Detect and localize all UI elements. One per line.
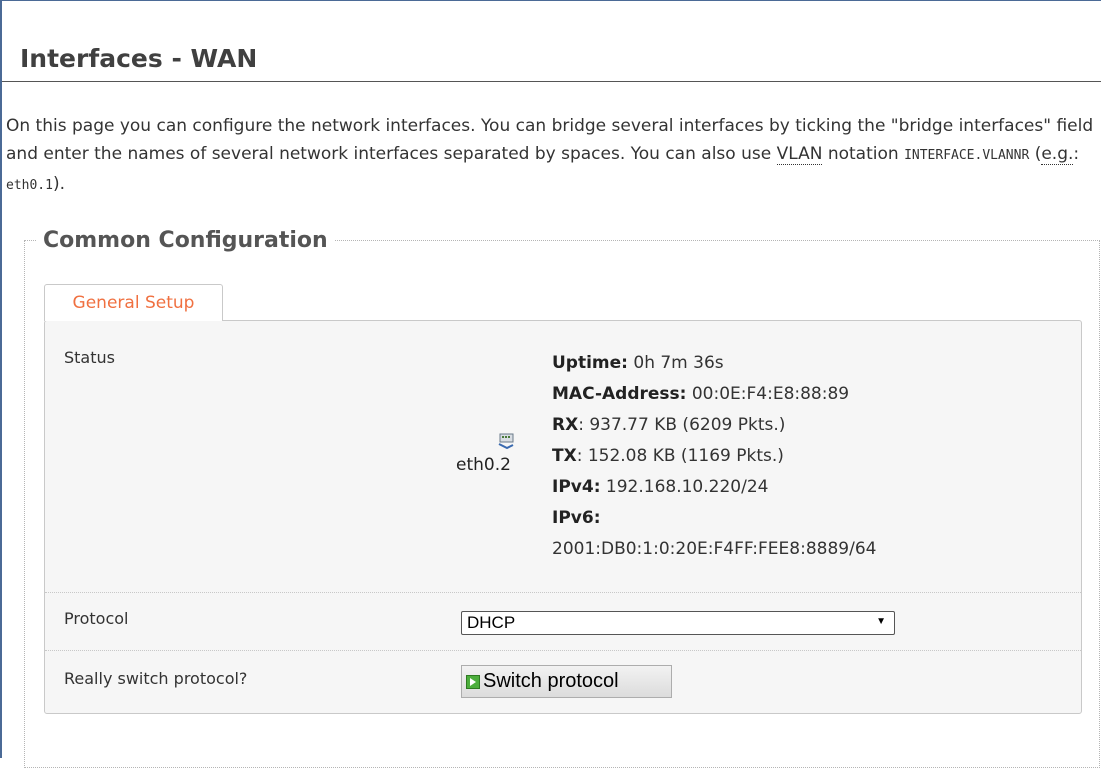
switch-protocol-label: Really switch protocol?: [64, 669, 248, 688]
vlan-abbreviation: VLAN: [776, 144, 823, 165]
rx-value: : 937.77 KB (6209 Pkts.): [578, 415, 786, 435]
page-title: Interfaces - WAN: [20, 44, 258, 73]
tx-label: TX: [552, 446, 577, 466]
description-text: notation: [822, 144, 905, 164]
eg-abbreviation: e.g.: [1041, 144, 1074, 165]
notation-code: INTERFACE.VLANNR: [904, 148, 1030, 163]
ipv4-row: IPv4: 192.168.10.220/24: [552, 472, 1052, 503]
protocol-select[interactable]: DHCP ▼: [461, 611, 895, 635]
page-description: On this page you can configure the netwo…: [6, 112, 1098, 200]
protocol-selected-value: DHCP: [467, 613, 516, 632]
description-text: :: [1073, 144, 1080, 164]
ethernet-port-icon: [498, 433, 514, 450]
description-text: ).: [52, 174, 66, 194]
ipv4-label: IPv4:: [552, 477, 601, 497]
row-divider: [45, 650, 1081, 651]
mac-label: MAC-Address:: [552, 384, 687, 404]
ipv6-value: 2001:DB0:1:0:20E:F4FF:FEE8:8889/64: [552, 539, 877, 559]
tx-value: : 152.08 KB (1169 Pkts.): [576, 446, 784, 466]
ipv4-value: 192.168.10.220/24: [600, 477, 769, 497]
ipv6-row: IPv6:: [552, 503, 1052, 534]
interface-name: eth0.2: [456, 455, 511, 475]
apply-icon: [466, 674, 480, 689]
mac-value: 00:0E:F4:E8:88:89: [686, 384, 850, 404]
title-divider: [2, 81, 1101, 82]
description-text: (: [1029, 144, 1042, 164]
rx-row: RX: 937.77 KB (6209 Pkts.): [552, 410, 1052, 441]
tab-general-setup[interactable]: General Setup: [44, 284, 223, 321]
mac-row: MAC-Address: 00:0E:F4:E8:88:89: [552, 379, 1052, 410]
uptime-row: Uptime: 0h 7m 36s: [552, 348, 1052, 379]
dropdown-arrow-icon: ▼: [876, 616, 886, 627]
protocol-label: Protocol: [64, 609, 129, 628]
switch-protocol-button-label: Switch protocol: [483, 670, 619, 692]
uptime-value: 0h 7m 36s: [627, 353, 724, 373]
section-legend: Common Configuration: [43, 228, 328, 253]
status-label: Status: [64, 348, 115, 367]
interface-status-info: Uptime: 0h 7m 36s MAC-Address: 00:0E:F4:…: [552, 348, 1052, 565]
ipv6-label: IPv6:: [552, 508, 601, 528]
uptime-label: Uptime:: [552, 353, 628, 373]
rx-label: RX: [552, 415, 579, 435]
switch-protocol-button[interactable]: Switch protocol: [461, 665, 672, 698]
general-setup-panel: Status eth0.2 Uptime: 0h 7m 36s MAC-Addr…: [44, 320, 1082, 714]
row-divider: [45, 592, 1081, 593]
example-code: eth0.1: [6, 178, 53, 193]
tx-row: TX: 152.08 KB (1169 Pkts.): [552, 441, 1052, 472]
